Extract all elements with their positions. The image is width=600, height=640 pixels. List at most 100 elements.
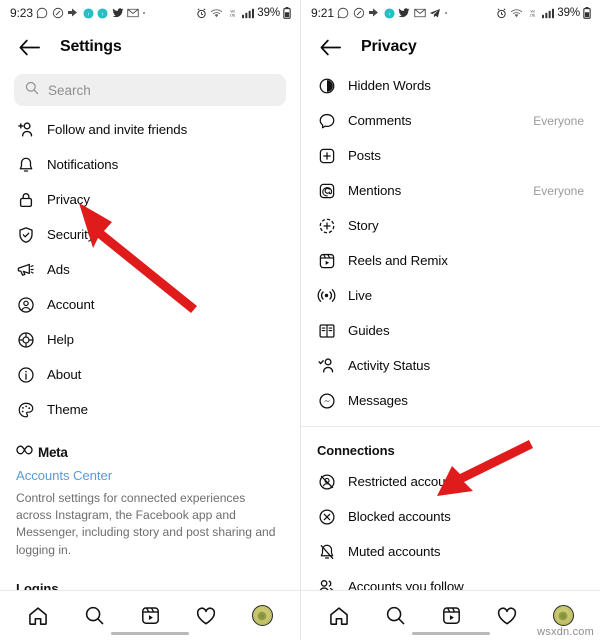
- meta-brand-row: Meta: [16, 443, 284, 461]
- person-add-icon: [16, 120, 35, 139]
- svg-text:i: i: [389, 11, 390, 16]
- privacy-item-label: Story: [348, 218, 379, 233]
- svg-text:i: i: [102, 11, 103, 16]
- settings-item-label: Help: [47, 332, 74, 347]
- settings-item-help[interactable]: Help: [0, 322, 300, 357]
- privacy-item-value: Everyone: [533, 113, 584, 128]
- connections-section-header: Connections: [317, 443, 395, 458]
- home-icon[interactable]: [322, 599, 356, 633]
- teal-app-icon-1: i: [384, 7, 395, 19]
- dual-screenshot-container: 9:23 i i Vol LTE 39% Settings Search Fol…: [0, 0, 600, 640]
- svg-text:Vol: Vol: [231, 9, 236, 13]
- battery-percent: 39%: [257, 7, 280, 19]
- alarm-icon: [196, 8, 207, 19]
- comment-bubble-icon: [317, 111, 336, 130]
- live-broadcast-icon: [317, 286, 336, 305]
- home-icon[interactable]: [21, 599, 55, 633]
- privacy-list: Hidden Words Comments Everyone Posts Men…: [301, 68, 600, 604]
- info-circle-icon: [16, 365, 35, 384]
- search-input[interactable]: Search: [14, 74, 286, 106]
- connections-item-muted-accounts[interactable]: Muted accounts: [301, 534, 600, 569]
- settings-item-privacy[interactable]: Privacy: [0, 182, 300, 217]
- privacy-item-mentions[interactable]: Mentions Everyone: [301, 173, 600, 208]
- settings-item-label: Security: [47, 227, 95, 242]
- settings-item-account[interactable]: Account: [0, 287, 300, 322]
- privacy-item-reels-and-remix[interactable]: Reels and Remix: [301, 243, 600, 278]
- search-icon[interactable]: [378, 599, 412, 633]
- privacy-item-messages[interactable]: Messages: [301, 383, 600, 418]
- svg-text:LTE: LTE: [530, 13, 536, 17]
- clock-circle-icon: [52, 7, 64, 19]
- settings-item-label: Privacy: [47, 192, 90, 207]
- home-indicator: [111, 631, 189, 635]
- settings-item-ads[interactable]: Ads: [0, 252, 300, 287]
- restricted-account-icon: [317, 472, 336, 491]
- connections-item-blocked-accounts[interactable]: Blocked accounts: [301, 499, 600, 534]
- back-arrow-icon[interactable]: [317, 34, 343, 60]
- privacy-item-label: Comments: [348, 113, 412, 128]
- page-title: Settings: [60, 38, 122, 55]
- hidden-words-icon: [317, 76, 336, 95]
- privacy-item-label: Mentions: [348, 183, 402, 198]
- privacy-item-guides[interactable]: Guides: [301, 313, 600, 348]
- share-icon: [67, 8, 79, 18]
- story-plus-icon: [317, 216, 336, 235]
- status-bar-left: 9:23 i i Vol LTE 39%: [0, 0, 300, 26]
- privacy-item-label: Guides: [348, 323, 390, 338]
- meta-infinity-icon: [16, 443, 33, 461]
- privacy-item-story[interactable]: Story: [301, 208, 600, 243]
- muted-bell-icon: [317, 542, 336, 561]
- heart-icon[interactable]: [490, 599, 524, 633]
- battery-percent: 39%: [557, 7, 580, 19]
- accounts-center-link[interactable]: Accounts Center: [16, 468, 284, 483]
- reels-icon: [317, 251, 336, 270]
- plus-square-icon: [317, 146, 336, 165]
- messenger-icon: [317, 391, 336, 410]
- settings-header: Settings: [0, 26, 300, 68]
- privacy-item-activity-status[interactable]: Activity Status: [301, 348, 600, 383]
- twitter-icon: [112, 7, 124, 19]
- search-icon[interactable]: [77, 599, 111, 633]
- account-circle-icon: [16, 295, 35, 314]
- alarm-icon: [496, 8, 507, 19]
- search-placeholder: Search: [48, 82, 91, 98]
- blocked-account-icon: [317, 507, 336, 526]
- settings-item-notifications[interactable]: Notifications: [0, 147, 300, 182]
- privacy-item-comments[interactable]: Comments Everyone: [301, 103, 600, 138]
- page-title: Privacy: [361, 38, 417, 55]
- privacy-item-label: Hidden Words: [348, 78, 431, 93]
- svg-text:i: i: [88, 11, 89, 16]
- twitter-icon: [398, 7, 410, 19]
- reels-nav-icon[interactable]: [434, 599, 468, 633]
- privacy-item-label: Live: [348, 288, 372, 303]
- accounts-center-description: Control settings for connected experienc…: [16, 491, 276, 557]
- profile-avatar[interactable]: [245, 599, 279, 633]
- settings-item-theme[interactable]: Theme: [0, 392, 300, 427]
- avatar: [552, 605, 574, 626]
- privacy-item-posts[interactable]: Posts: [301, 138, 600, 173]
- activity-status-icon: [317, 356, 336, 375]
- privacy-item-label: Messages: [348, 393, 408, 408]
- lock-icon: [16, 190, 35, 209]
- teal-app-icon-2: i: [97, 7, 109, 19]
- status-bar-right-icons: Vol LTE 39%: [196, 7, 291, 19]
- settings-list: Follow and invite friends Notifications …: [0, 106, 300, 427]
- privacy-item-label: Posts: [348, 148, 381, 163]
- settings-item-follow-and-invite-friends[interactable]: Follow and invite friends: [0, 112, 300, 147]
- guides-book-icon: [317, 321, 336, 340]
- search-container: Search: [0, 68, 300, 106]
- settings-item-security[interactable]: Security: [0, 217, 300, 252]
- connections-item-restricted-accounts[interactable]: Restricted accounts: [301, 464, 600, 499]
- privacy-item-value: Everyone: [533, 183, 584, 198]
- shield-check-icon: [16, 225, 35, 244]
- privacy-screen: 9:21 i Vol LTE 39% Privacy Hidden Words …: [300, 0, 600, 640]
- settings-item-about[interactable]: About: [0, 357, 300, 392]
- privacy-item-live[interactable]: Live: [301, 278, 600, 313]
- watermark: wsxdn.com: [537, 626, 594, 638]
- back-arrow-icon[interactable]: [16, 34, 42, 60]
- battery-icon: [583, 7, 591, 19]
- meta-brand-name: Meta: [38, 444, 68, 460]
- heart-icon[interactable]: [189, 599, 223, 633]
- privacy-item-hidden-words[interactable]: Hidden Words: [301, 68, 600, 103]
- reels-nav-icon[interactable]: [133, 599, 167, 633]
